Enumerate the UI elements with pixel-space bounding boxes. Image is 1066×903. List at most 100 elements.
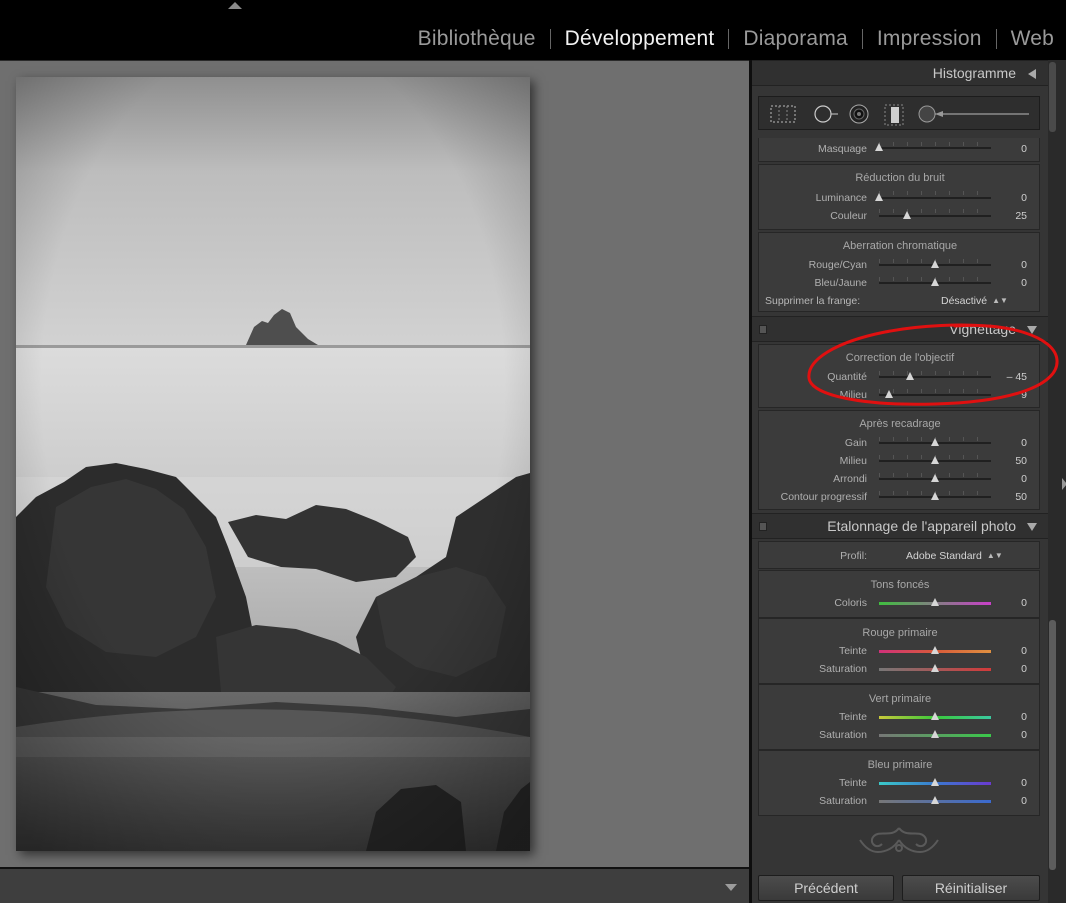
- defringe-label: Supprimer la frange:: [765, 295, 861, 307]
- panel-end-ornament-icon: [859, 827, 939, 854]
- scrollbar-thumb[interactable]: [1049, 620, 1056, 870]
- blue-yellow-slider-thumb[interactable]: [931, 278, 939, 286]
- module-print[interactable]: Impression: [877, 27, 982, 51]
- vignetting-toggle-switch[interactable]: [759, 325, 767, 334]
- scrollbar-top-segment[interactable]: [1049, 62, 1056, 132]
- module-separator: [728, 29, 730, 49]
- post-crop-title: Après recadrage: [859, 418, 941, 430]
- noise-reduction-title: Réduction du bruit: [855, 172, 945, 184]
- module-separator: [995, 29, 997, 49]
- red-saturation-label: Saturation: [819, 663, 867, 675]
- post-crop-section: Après recadrage Gain 0 Milieu 50 Arrondi…: [758, 410, 1040, 510]
- blue-saturation-label: Saturation: [819, 795, 867, 807]
- gain-value[interactable]: 0: [1021, 437, 1027, 449]
- red-hue-slider-thumb[interactable]: [931, 646, 939, 654]
- blue-primary-section: Bleu primaire Teinte 0 Saturation 0: [758, 750, 1040, 816]
- luminance-slider-thumb[interactable]: [875, 193, 883, 201]
- roundness-label: Arrondi: [833, 473, 867, 485]
- histogram-header[interactable]: Histogramme: [752, 60, 1048, 86]
- crop-midpoint-value[interactable]: 50: [1015, 455, 1027, 467]
- color-noise-value[interactable]: 25: [1015, 210, 1027, 222]
- blue-hue-value[interactable]: 0: [1021, 777, 1027, 789]
- roundness-value[interactable]: 0: [1021, 473, 1027, 485]
- histogram-title: Histogramme: [932, 65, 1016, 81]
- luminance-track[interactable]: [879, 197, 991, 199]
- color-noise-slider-thumb[interactable]: [903, 211, 911, 219]
- camera-calibration-title: Etalonnage de l'appareil photo: [827, 518, 1016, 534]
- gain-slider-thumb[interactable]: [931, 438, 939, 446]
- right-panel-toggle-icon[interactable]: [1062, 478, 1066, 490]
- blue-yellow-value[interactable]: 0: [1021, 277, 1027, 289]
- module-separator: [549, 29, 551, 49]
- green-hue-value[interactable]: 0: [1021, 711, 1027, 723]
- module-web[interactable]: Web: [1011, 27, 1054, 51]
- spot-removal-icon[interactable]: [811, 104, 839, 124]
- crop-tool-icon[interactable]: [769, 104, 797, 124]
- module-develop[interactable]: Développement: [565, 27, 715, 51]
- shadows-tint-value[interactable]: 0: [1021, 597, 1027, 609]
- noise-reduction-section: Réduction du bruit Luminance 0 Couleur 2…: [758, 164, 1040, 230]
- defringe-value: Désactivé: [941, 295, 988, 307]
- photo-preview[interactable]: [16, 77, 530, 851]
- filmstrip-bar: [0, 867, 751, 903]
- graduated-filter-icon[interactable]: [883, 104, 905, 126]
- color-noise-track[interactable]: [879, 215, 991, 217]
- masquage-value[interactable]: 0: [1021, 143, 1027, 155]
- red-hue-label: Teinte: [838, 645, 867, 657]
- red-primary-section: Rouge primaire Teinte 0 Saturation 0: [758, 618, 1040, 684]
- masquage-ticks: [879, 142, 991, 146]
- blue-hue-slider-thumb[interactable]: [931, 778, 939, 786]
- profile-dropdown[interactable]: Adobe Standard ▲▼: [906, 550, 1003, 562]
- green-saturation-value[interactable]: 0: [1021, 729, 1027, 741]
- feather-slider-thumb[interactable]: [931, 492, 939, 500]
- reset-button[interactable]: Réinitialiser: [902, 875, 1040, 901]
- image-viewer[interactable]: [0, 60, 751, 867]
- annotation-stroke: [807, 323, 1059, 406]
- defringe-dropdown[interactable]: Désactivé ▲▼: [941, 295, 1008, 307]
- profile-label: Profil:: [840, 550, 867, 562]
- sharpening-section: Masquage 0: [758, 138, 1040, 162]
- shadows-title: Tons foncés: [870, 579, 930, 591]
- expand-down-icon[interactable]: [1027, 523, 1037, 531]
- module-slideshow[interactable]: Diaporama: [743, 27, 848, 51]
- blue-hue-label: Teinte: [838, 777, 867, 789]
- module-library[interactable]: Bibliothèque: [418, 27, 536, 51]
- luminance-ticks: [879, 191, 991, 195]
- luminance-value[interactable]: 0: [1021, 192, 1027, 204]
- red-eye-icon[interactable]: [847, 104, 871, 124]
- blue-saturation-value[interactable]: 0: [1021, 795, 1027, 807]
- red-saturation-slider-thumb[interactable]: [931, 664, 939, 672]
- red-cyan-slider-thumb[interactable]: [931, 260, 939, 268]
- updown-arrows-icon: ▲▼: [992, 296, 1008, 305]
- previous-button[interactable]: Précédent: [758, 875, 894, 901]
- updown-arrows-icon: ▲▼: [986, 551, 1003, 560]
- red-primary-title: Rouge primaire: [862, 627, 938, 639]
- top-panel-toggle-icon[interactable]: [228, 2, 242, 9]
- module-picker: Bibliothèque Développement Diaporama Imp…: [418, 24, 1054, 54]
- green-hue-slider-thumb[interactable]: [931, 712, 939, 720]
- blue-saturation-slider-thumb[interactable]: [931, 796, 939, 804]
- profile-section: Profil: Adobe Standard ▲▼: [758, 541, 1040, 569]
- green-saturation-label: Saturation: [819, 729, 867, 741]
- collapse-left-icon[interactable]: [1028, 69, 1036, 79]
- masquage-slider-thumb[interactable]: [875, 143, 883, 151]
- shadows-tint-label: Coloris: [834, 597, 867, 609]
- red-saturation-value[interactable]: 0: [1021, 663, 1027, 675]
- shadows-tint-slider-thumb[interactable]: [931, 598, 939, 606]
- roundness-slider-thumb[interactable]: [931, 474, 939, 482]
- red-hue-value[interactable]: 0: [1021, 645, 1027, 657]
- crop-midpoint-label: Milieu: [839, 455, 867, 467]
- annotation-circle: [807, 323, 1059, 406]
- adjustment-brush-icon[interactable]: [917, 104, 1033, 124]
- crop-midpoint-slider-thumb[interactable]: [931, 456, 939, 464]
- red-cyan-value[interactable]: 0: [1021, 259, 1027, 271]
- masquage-track[interactable]: [879, 147, 991, 149]
- green-primary-section: Vert primaire Teinte 0 Saturation 0: [758, 684, 1040, 750]
- develop-right-panel: Histogramme Masquage 0 Réduction du brui…: [752, 60, 1048, 903]
- filmstrip-toggle-icon[interactable]: [725, 884, 737, 891]
- calibration-toggle-switch[interactable]: [759, 522, 767, 531]
- feather-value[interactable]: 50: [1015, 491, 1027, 503]
- shadows-section: Tons foncés Coloris 0: [758, 570, 1040, 618]
- camera-calibration-header[interactable]: Etalonnage de l'appareil photo: [752, 513, 1048, 539]
- green-saturation-slider-thumb[interactable]: [931, 730, 939, 738]
